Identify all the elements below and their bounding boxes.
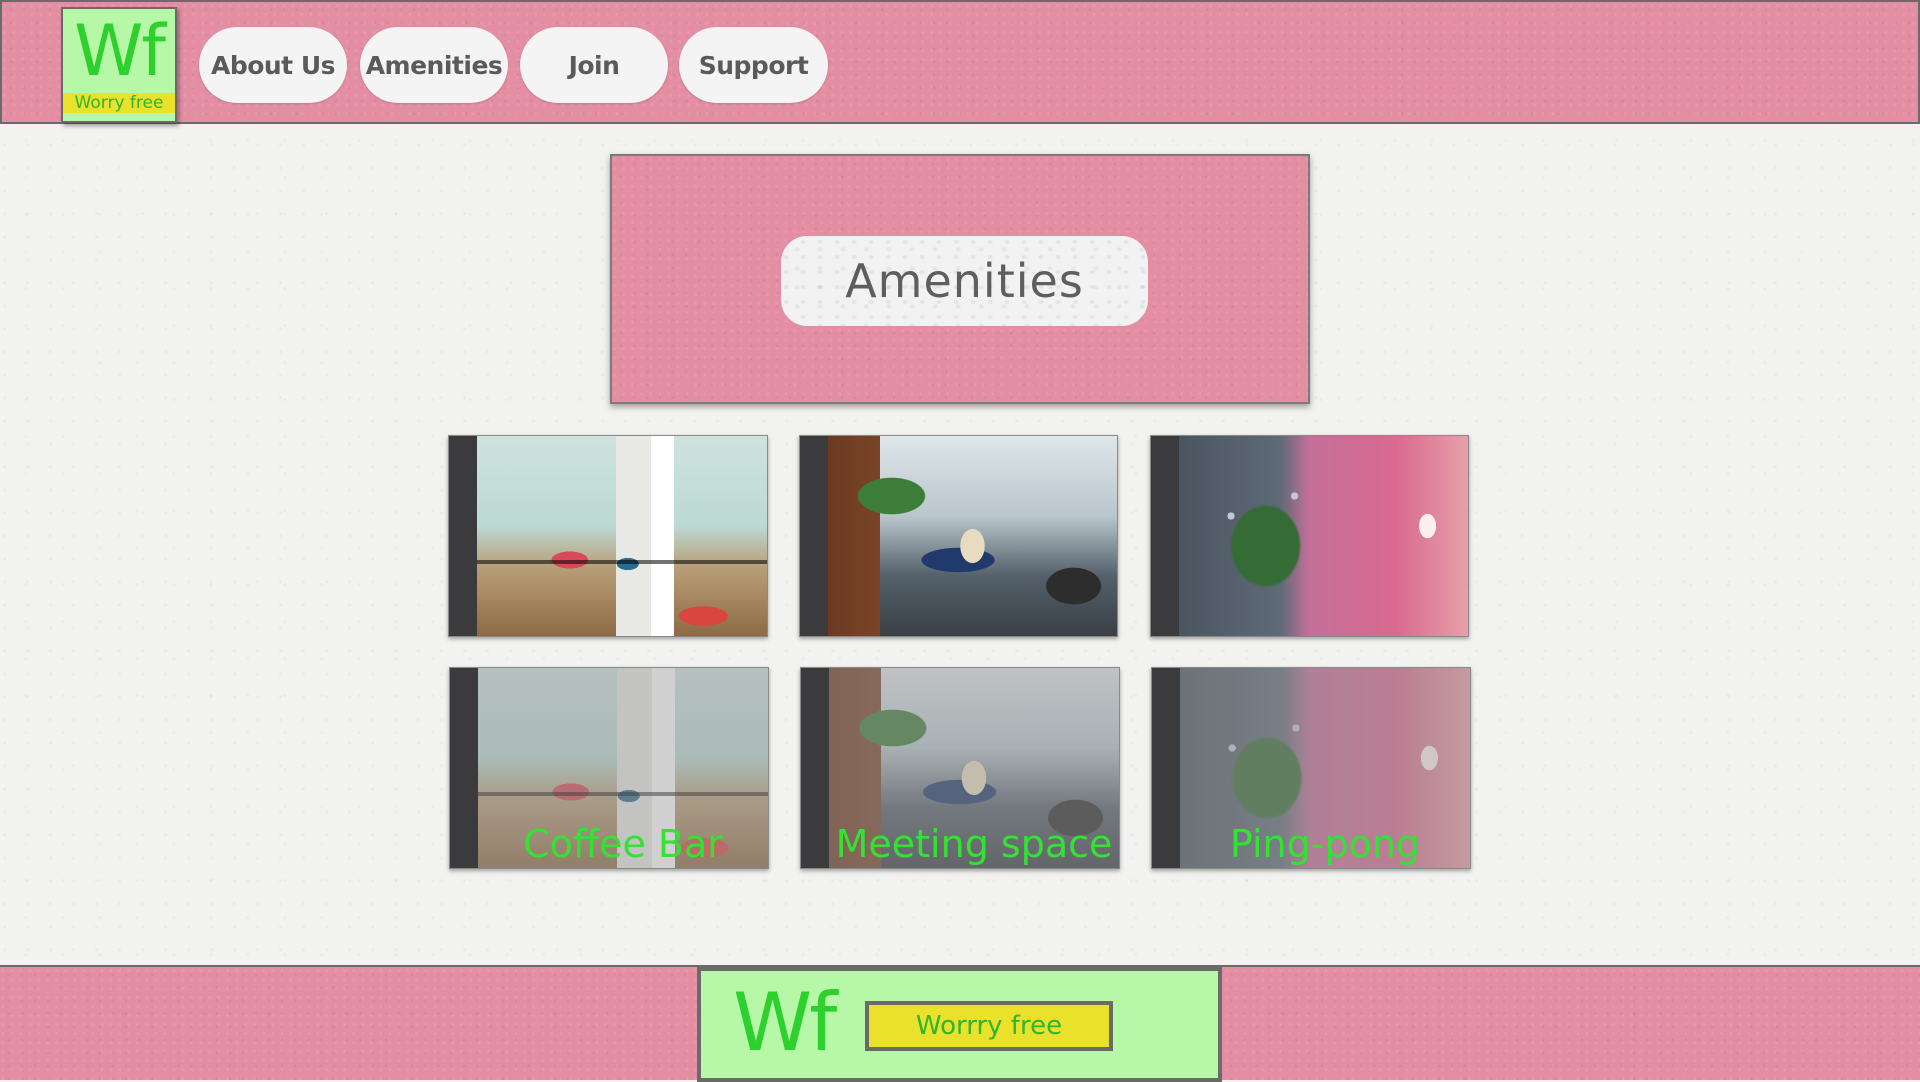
nav-about-us-button[interactable]: About Us (199, 27, 347, 103)
meeting-space-photo (828, 436, 1117, 636)
card-caption: Coffee Bar (523, 822, 723, 866)
card-strip (1152, 668, 1180, 868)
site-logo[interactable]: Wf Worry free (61, 7, 177, 123)
nav-support-button[interactable]: Support (679, 27, 828, 103)
card-strip (800, 436, 828, 636)
ping-pong-photo (1179, 436, 1468, 636)
card-strip (1151, 436, 1179, 636)
card-strip (801, 668, 829, 868)
hero-banner: Amenities (610, 154, 1310, 404)
card-strip (449, 436, 477, 636)
logo-tagline: Worry free (63, 93, 175, 113)
logo-mark: Wf (74, 10, 166, 92)
page-title: Amenities (781, 236, 1148, 326)
card-strip (450, 668, 478, 868)
gallery-card-ping-pong[interactable]: Ping-pong (1151, 667, 1471, 869)
gallery-card-meeting-space-photo[interactable] (799, 435, 1118, 637)
footer-logo[interactable]: Wf Worrry free (697, 967, 1222, 1082)
gallery-card-meeting-space[interactable]: Meeting space (800, 667, 1120, 869)
footer-logo-mark: Wf (733, 976, 837, 1069)
card-caption: Ping-pong (1229, 822, 1421, 866)
site-footer: Wf Worrry free (0, 965, 1920, 1082)
nav-join-button[interactable]: Join (520, 27, 668, 103)
nav-amenities-button[interactable]: Amenities (360, 27, 508, 103)
site-header: Wf Worry free About Us Amenities Join Su… (0, 0, 1920, 124)
logo-base (63, 113, 175, 121)
gallery-card-coffee-bar[interactable]: Coffee Bar (449, 667, 769, 869)
coffee-bar-photo (477, 436, 767, 636)
gallery-card-coffee-bar-photo[interactable] (448, 435, 768, 637)
card-caption: Meeting space (835, 822, 1113, 866)
gallery-card-ping-pong-photo[interactable] (1150, 435, 1469, 637)
footer-logo-tagline: Worrry free (865, 1001, 1113, 1051)
